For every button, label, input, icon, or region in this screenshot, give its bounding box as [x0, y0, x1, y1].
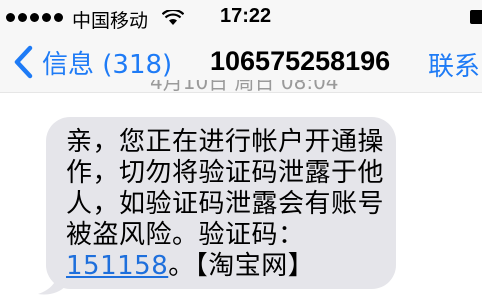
- message-line-4: 被盗风险。验证码：: [66, 220, 305, 250]
- signal-dots-icon: [6, 13, 63, 22]
- message-line-5: 151158。【淘宝网】: [66, 251, 396, 282]
- contact-button[interactable]: 联系: [428, 46, 480, 83]
- message-suffix: 。【淘宝网】: [168, 251, 315, 281]
- message-timestamp: 4月10日 周日 08:04: [150, 80, 339, 94]
- message-line-2: 作，切勿将验证码泄露于他: [66, 158, 385, 188]
- verification-code-link[interactable]: 151158: [66, 251, 168, 281]
- chevron-left-icon[interactable]: [12, 45, 34, 79]
- timestamp-text: 4月10日 周日 08:04: [150, 80, 339, 94]
- status-bar: 中国移动 17:22: [0, 0, 482, 34]
- wifi-icon: [162, 10, 184, 25]
- status-time: 17:22: [220, 5, 272, 27]
- battery-icon: [470, 10, 482, 24]
- message-bubble: 亲，您正在进行帐户开通操 作，切勿将验证码泄露于他 人，如验证码泄露会有账号 被…: [46, 117, 396, 289]
- back-label[interactable]: 信息 (318): [42, 44, 172, 81]
- message-line-3: 人，如验证码泄露会有账号: [66, 189, 385, 219]
- carrier-name: 中国移动: [72, 10, 149, 32]
- messages-screen: 中国移动 17:22 信息 (318) 10657525819​6 联系 4月1…: [0, 0, 482, 303]
- message-line-1: 亲，您正在进行帐户开通操: [66, 127, 385, 157]
- conversation-title: 10657525819​6: [210, 46, 391, 76]
- back-button[interactable]: 信息 (318): [12, 42, 172, 82]
